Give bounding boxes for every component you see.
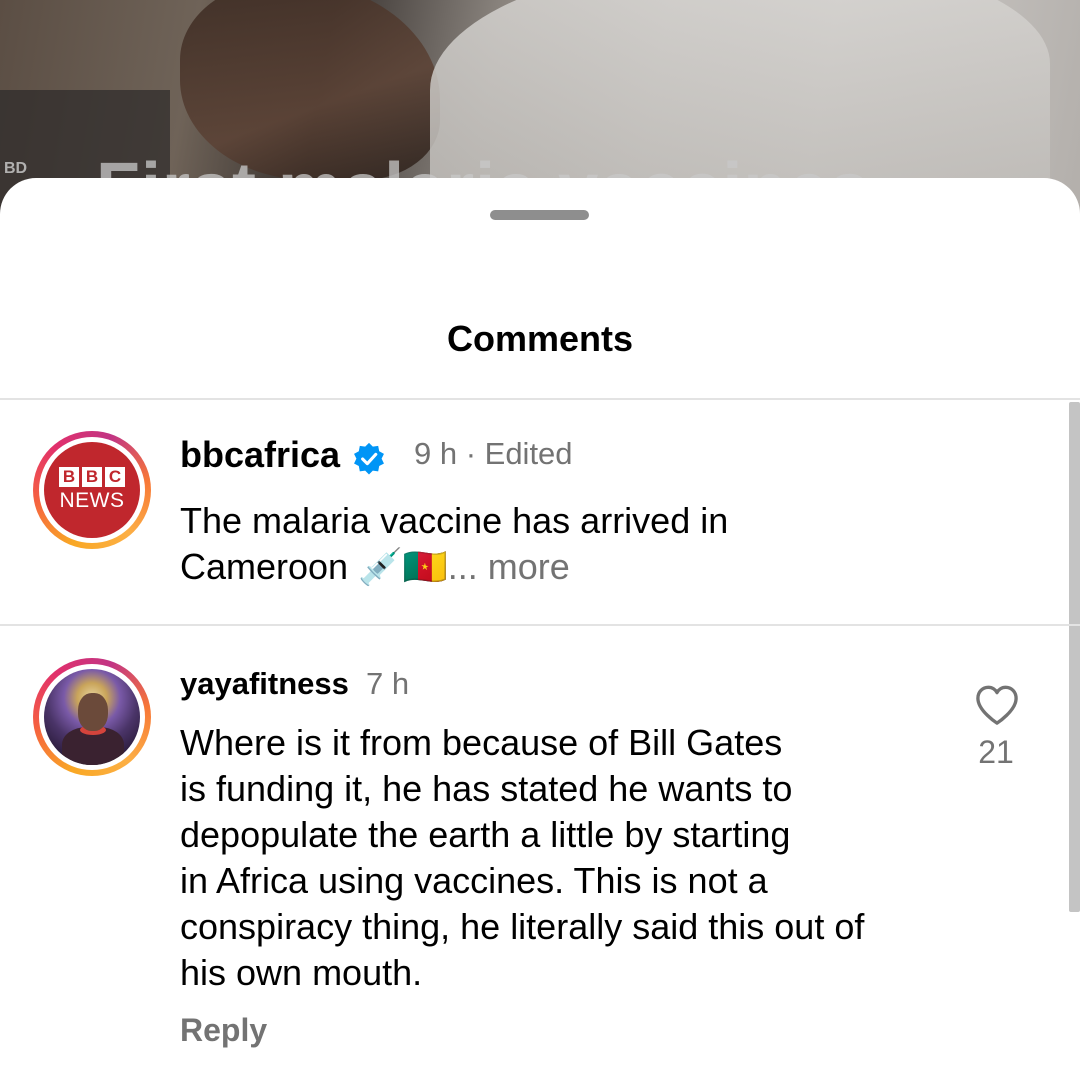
bbc-logo-word: NEWS (59, 489, 125, 512)
reply-button[interactable]: Reply (180, 1012, 267, 1049)
bbc-logo-letter: C (105, 467, 125, 487)
more-button[interactable]: ... more (448, 546, 570, 587)
comments-sheet: Comments B B C NEWS bbcafrica 9 h · Edit… (0, 178, 1080, 1080)
drag-handle[interactable] (490, 210, 589, 220)
caption-line: Cameroon 💉🇨🇲 (180, 546, 448, 587)
comment-line: is funding it, he has stated he wants to (180, 768, 793, 809)
comment-line: conspiracy thing, he literally said this… (180, 906, 865, 947)
sheet-title: Comments (446, 318, 634, 359)
verified-badge-icon (354, 442, 384, 475)
comment-line: his own mouth. (180, 952, 423, 993)
bbc-logo-letter: B (82, 467, 102, 487)
avatar-ring[interactable] (33, 658, 151, 776)
heart-outline-icon[interactable] (974, 684, 1020, 726)
comment-line: depopulate the earth a little by startin… (180, 814, 791, 855)
caption-username[interactable]: bbcafrica (180, 434, 340, 476)
caption-text: The malaria vaccine has arrived in Camer… (180, 498, 728, 590)
header-divider (0, 398, 1080, 400)
comment-line: in Africa using vaccines. This is not a (180, 860, 768, 901)
comment-line: Where is it from because of Bill Gates (180, 722, 783, 763)
background-logo-text: BD (4, 160, 28, 177)
like-count: 21 (978, 734, 1014, 770)
caption-divider (0, 624, 1080, 626)
scrollbar[interactable] (1069, 402, 1080, 912)
comment-text: Where is it from because of Bill Gates i… (180, 720, 864, 996)
bbc-logo: B B C (59, 467, 125, 487)
avatar: B B C NEWS (44, 442, 140, 538)
caption-line: The malaria vaccine has arrived in (180, 500, 729, 541)
bbc-logo-letter: B (59, 467, 79, 487)
comment-username[interactable]: yayafitness (180, 666, 349, 702)
caption-time: 9 h · Edited (414, 436, 573, 471)
comment-time: 7 h (366, 666, 410, 701)
avatar (44, 669, 140, 765)
avatar-ring[interactable]: B B C NEWS (33, 431, 151, 549)
